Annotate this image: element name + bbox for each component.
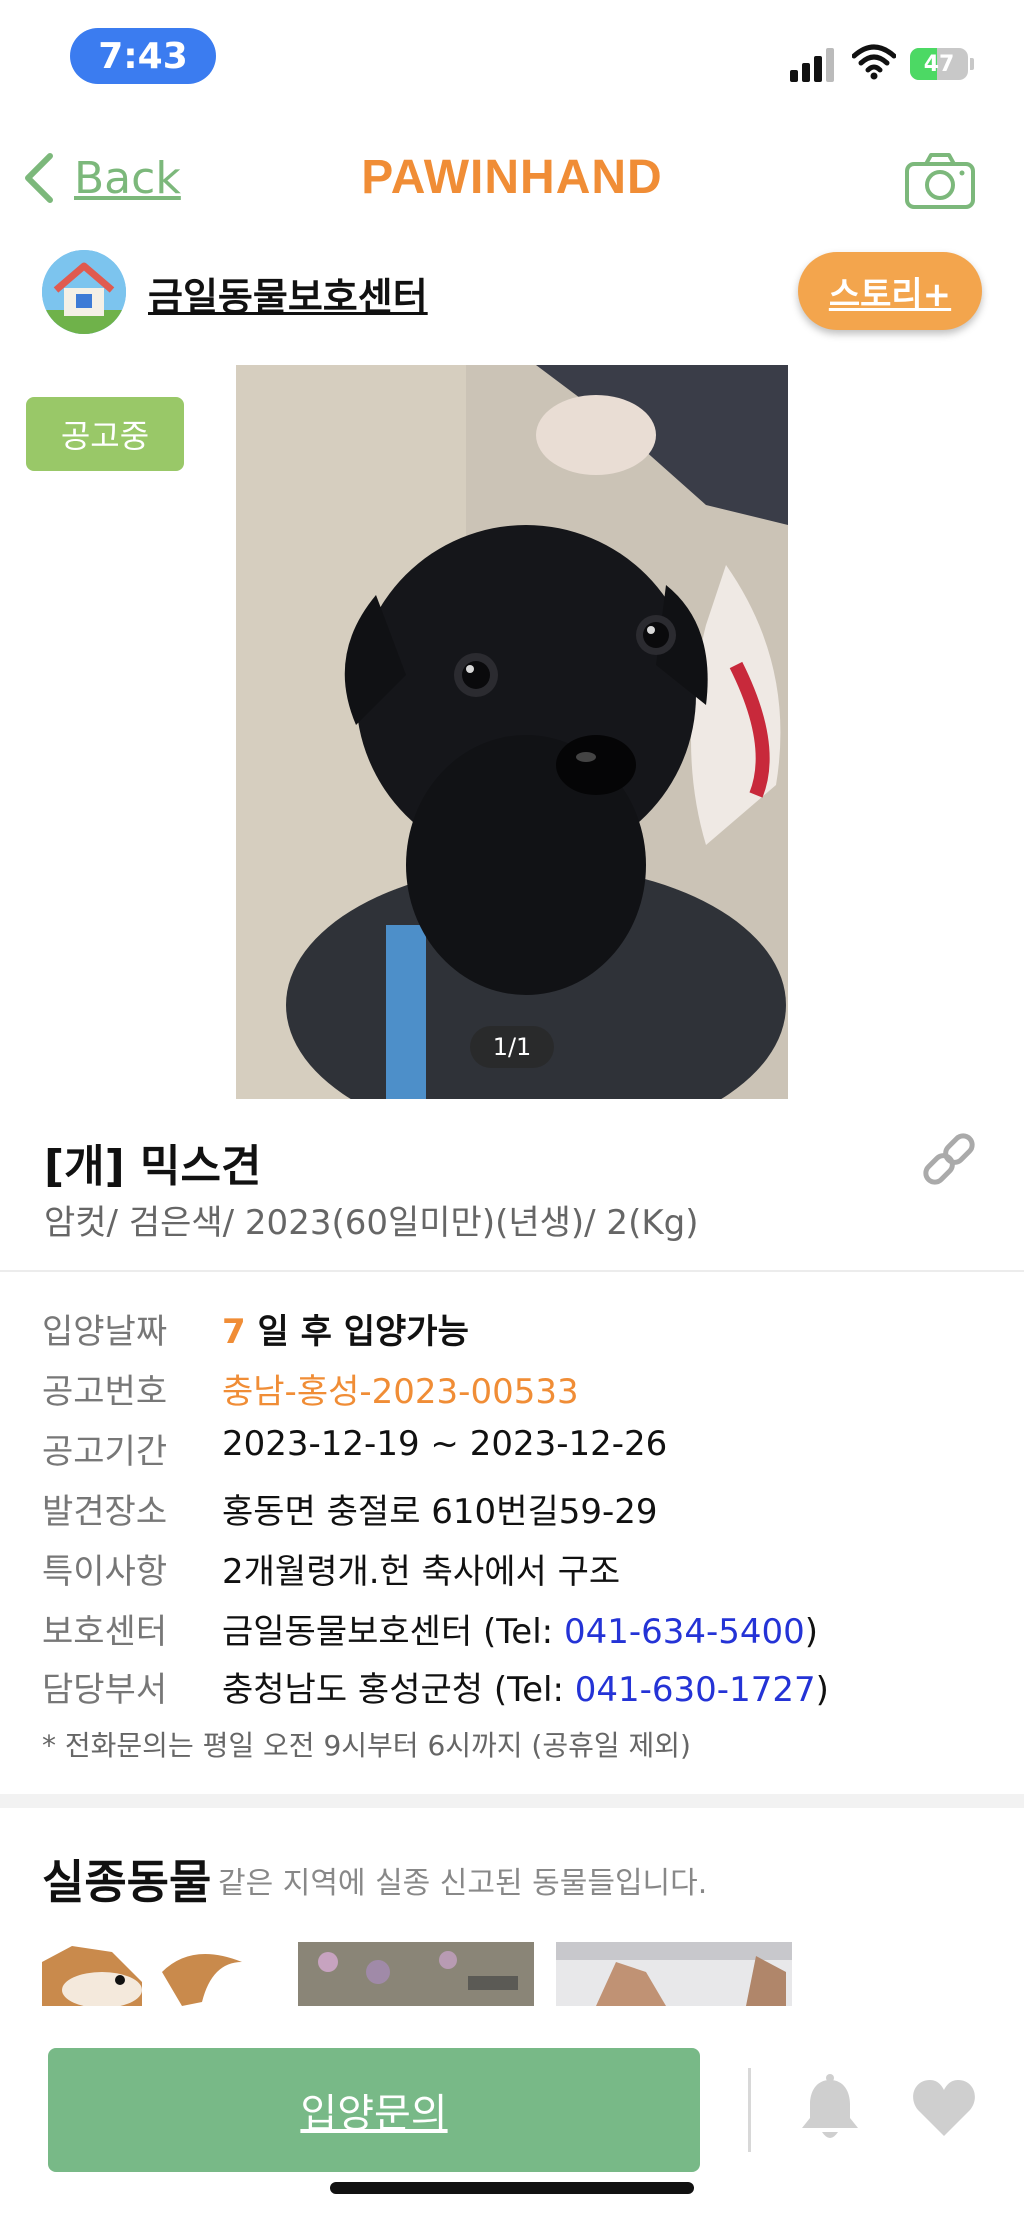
detail-shelter: 보호센터 금일동물보호센터 (Tel: 041-634-5400) (42, 1604, 818, 1653)
detail-label: 보호센터 (42, 1612, 168, 1652)
back-label: Back (74, 152, 181, 204)
missing-animal-thumbnail[interactable] (556, 1942, 792, 2006)
detail-label: 공고번호 (42, 1372, 168, 1412)
animal-photo (298, 1942, 534, 2006)
back-button[interactable]: Back (20, 152, 181, 204)
camera-icon[interactable] (904, 152, 976, 210)
detail-label: 공고기간 (42, 1432, 168, 1472)
status-time: 7:43 (70, 28, 216, 84)
detail-department: 담당부서 충청남도 홍성군청 (Tel: 041-630-1727) (42, 1662, 829, 1711)
cellular-signal-icon (790, 48, 834, 82)
adoption-availability: 7 일 후 입양가능 (222, 1304, 469, 1353)
bell-icon[interactable] (798, 2074, 862, 2144)
detail-label: 입양날짜 (42, 1312, 168, 1352)
animal-photo (556, 1942, 792, 2006)
department-phone-link[interactable]: 041-630-1727 (575, 1670, 816, 1710)
detail-label: 특이사항 (42, 1552, 168, 1592)
shelter-contact: 금일동물보호센터 (Tel: 041-634-5400) (222, 1604, 818, 1653)
missing-animal-thumbnail[interactable] (42, 1942, 278, 2006)
battery-tip (970, 58, 974, 70)
pet-title: [개] 믹스견 (44, 1141, 262, 1192)
pet-summary: 암컷/ 검은색/ 2023(60일미만)(년생)/ 2(Kg) (44, 1203, 699, 1243)
detail-found-location: 발견장소 홍동면 충절로 610번길59-29 (42, 1484, 658, 1533)
link-icon[interactable] (916, 1126, 982, 1192)
notice-period-value: 2023-12-19 ~ 2023-12-26 (222, 1424, 668, 1464)
house-icon (42, 250, 126, 334)
shelter-avatar[interactable] (42, 250, 126, 334)
adoption-text: 일 후 입양가능 (257, 1312, 469, 1352)
detail-notice-number: 공고번호 충남-홍성-2023-00533 (42, 1364, 579, 1413)
paren-close: ) (815, 1670, 829, 1710)
divider (0, 1270, 1024, 1272)
brand-logo: PAWINHAND (361, 151, 663, 204)
department-contact-text: 충청남도 홍성군청 (Tel: (222, 1670, 575, 1710)
home-indicator (330, 2182, 694, 2194)
detail-notice-period: 공고기간 2023-12-19 ~ 2023-12-26 (42, 1424, 667, 1473)
detail-adoption-date: 입양날짜 7 일 후 입양가능 (42, 1304, 469, 1353)
heart-icon[interactable] (912, 2078, 976, 2138)
detail-special-notes: 특이사항 2개월령개.헌 축사에서 구조 (42, 1544, 620, 1593)
chevron-left-icon (25, 153, 53, 203)
adoption-inquiry-button[interactable]: 입양문의 (48, 2048, 700, 2172)
special-notes-value: 2개월령개.헌 축사에서 구조 (222, 1552, 621, 1592)
divider (748, 2068, 751, 2152)
adoption-days: 7 (222, 1312, 246, 1352)
status-badge: 공고중 (26, 397, 184, 471)
missing-animal-thumbnail[interactable] (298, 1942, 534, 2006)
battery-icon: 47 (910, 48, 968, 80)
department-contact: 충청남도 홍성군청 (Tel: 041-630-1727) (222, 1662, 829, 1711)
detail-label: 담당부서 (42, 1670, 168, 1710)
pet-photo[interactable] (236, 365, 788, 1099)
section-divider (0, 1794, 1024, 1808)
detail-label: 발견장소 (42, 1492, 168, 1532)
missing-section-description: 같은 지역에 실종 신고된 동물들입니다. (218, 1866, 708, 1901)
puppy-image (236, 365, 788, 1099)
paren-close: ) (804, 1612, 819, 1652)
notice-number-value: 충남-홍성-2023-00533 (222, 1372, 579, 1412)
shelter-contact-text: 금일동물보호센터 (Tel: (222, 1612, 564, 1652)
shelter-phone-link[interactable]: 041-634-5400 (564, 1612, 805, 1652)
wifi-icon (852, 44, 896, 80)
shelter-name-link[interactable]: 금일동물보호센터 (148, 266, 428, 321)
missing-section-title: 실종동물 (42, 1855, 212, 1909)
story-button[interactable]: 스토리+ (798, 252, 982, 330)
photo-counter: 1/1 (470, 1026, 554, 1068)
battery-percent: 47 (923, 51, 955, 77)
found-location-value: 홍동면 충절로 610번길59-29 (222, 1492, 658, 1532)
dog-photo (42, 1942, 278, 2006)
phone-hours-note: * 전화문의는 평일 오전 9시부터 6시까지 (공휴일 제외) (42, 1729, 691, 1762)
